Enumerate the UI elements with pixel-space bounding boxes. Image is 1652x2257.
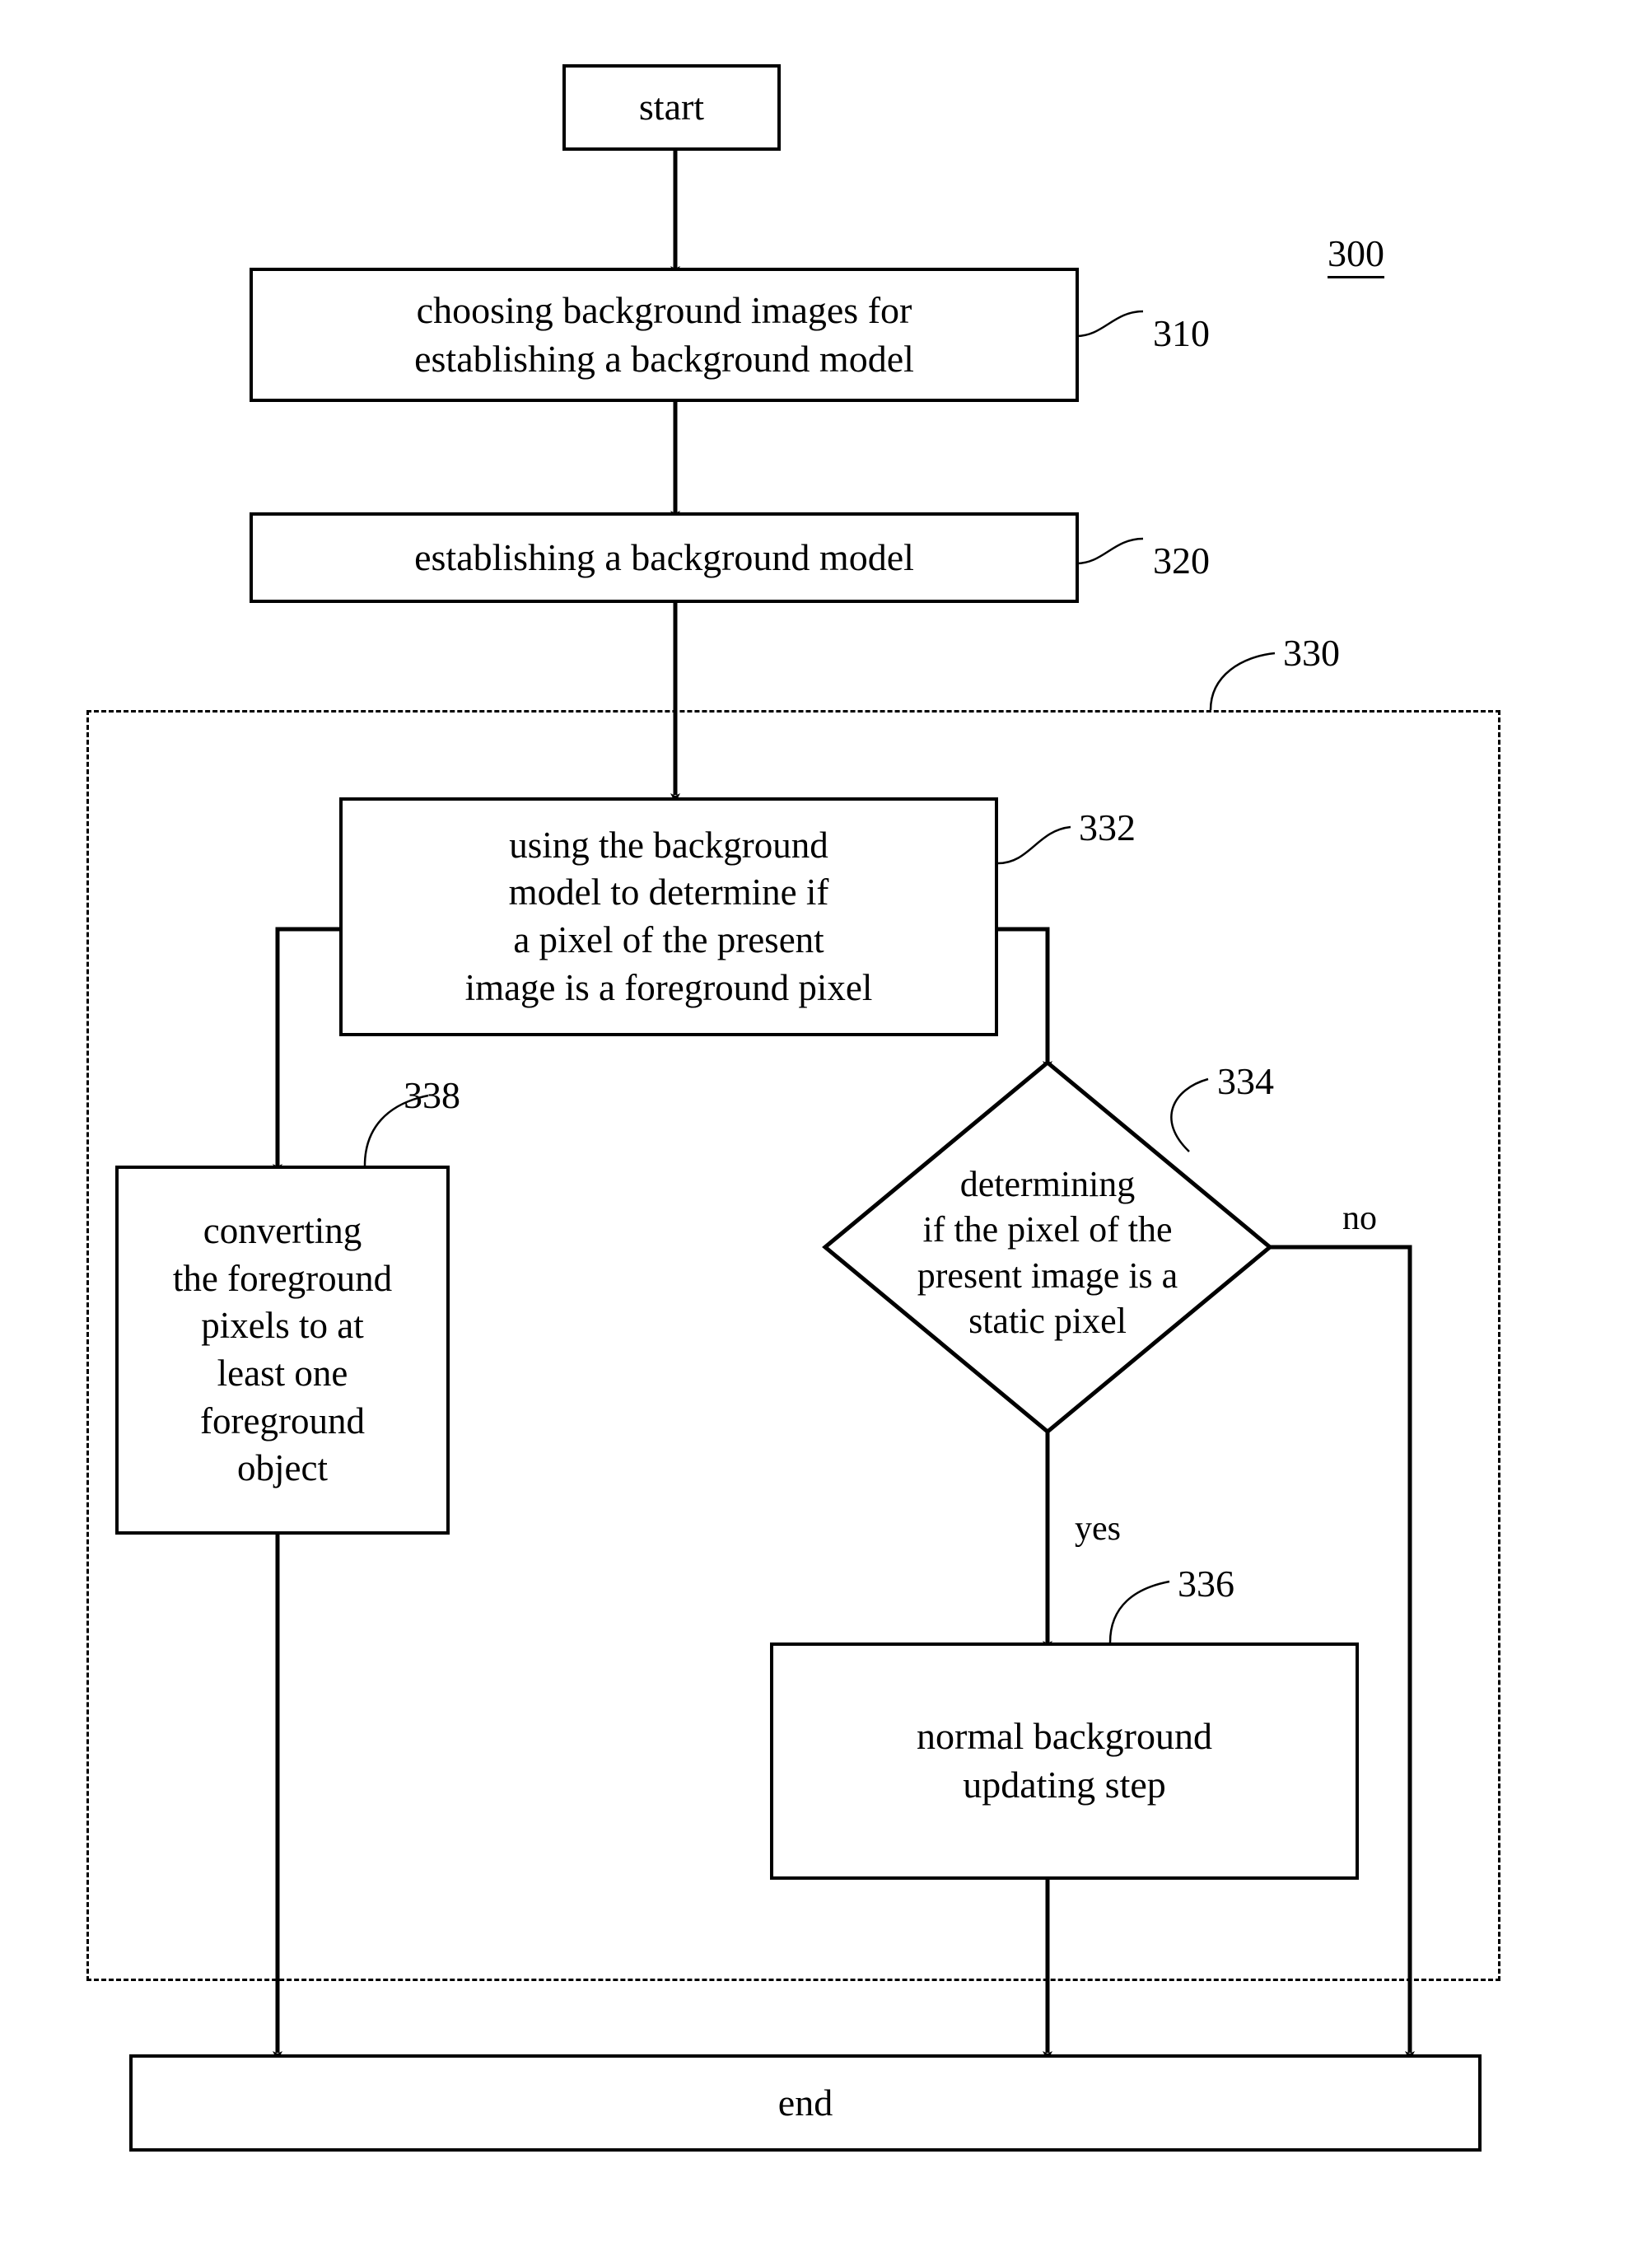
leader-320 bbox=[1076, 537, 1144, 565]
node-end: end bbox=[129, 2054, 1482, 2152]
node-start-label: start bbox=[638, 86, 705, 129]
ref-label-336: 336 bbox=[1178, 1563, 1234, 1605]
node-step-338: converting the foreground pixels to at l… bbox=[115, 1166, 450, 1535]
edge-label-yes: yes bbox=[1075, 1510, 1121, 1548]
node-step-336: normal background updating step bbox=[770, 1643, 1359, 1880]
ref-label-330: 330 bbox=[1283, 632, 1340, 674]
figure-number-300: 300 bbox=[1328, 235, 1384, 278]
ref-label-310: 310 bbox=[1153, 312, 1210, 354]
node-step-310-label: choosing background images for establish… bbox=[414, 288, 914, 380]
node-decision-334-label: determining if the pixel of the present … bbox=[917, 1164, 1178, 1342]
node-step-320: establishing a background model bbox=[250, 512, 1079, 603]
ref-label-332: 332 bbox=[1079, 806, 1136, 848]
node-step-310: choosing background images for establish… bbox=[250, 268, 1079, 402]
node-end-label: end bbox=[777, 2081, 833, 2124]
leader-330 bbox=[1209, 652, 1276, 711]
ref-label-320: 320 bbox=[1153, 540, 1210, 582]
node-step-338-label: converting the foreground pixels to at l… bbox=[172, 1210, 393, 1489]
ref-label-334: 334 bbox=[1217, 1060, 1274, 1102]
node-step-336-label: normal background updating step bbox=[917, 1715, 1212, 1806]
node-step-332: using the background model to determine … bbox=[339, 797, 998, 1036]
node-step-332-label: using the background model to determine … bbox=[464, 824, 873, 1008]
node-step-320-label: establishing a background model bbox=[414, 535, 914, 578]
flowchart-canvas: 300 start choosing background images for… bbox=[0, 0, 1652, 2257]
leader-310 bbox=[1076, 310, 1144, 338]
ref-label-338: 338 bbox=[404, 1074, 460, 1116]
edge-label-no: no bbox=[1342, 1199, 1377, 1237]
node-start: start bbox=[562, 64, 781, 151]
